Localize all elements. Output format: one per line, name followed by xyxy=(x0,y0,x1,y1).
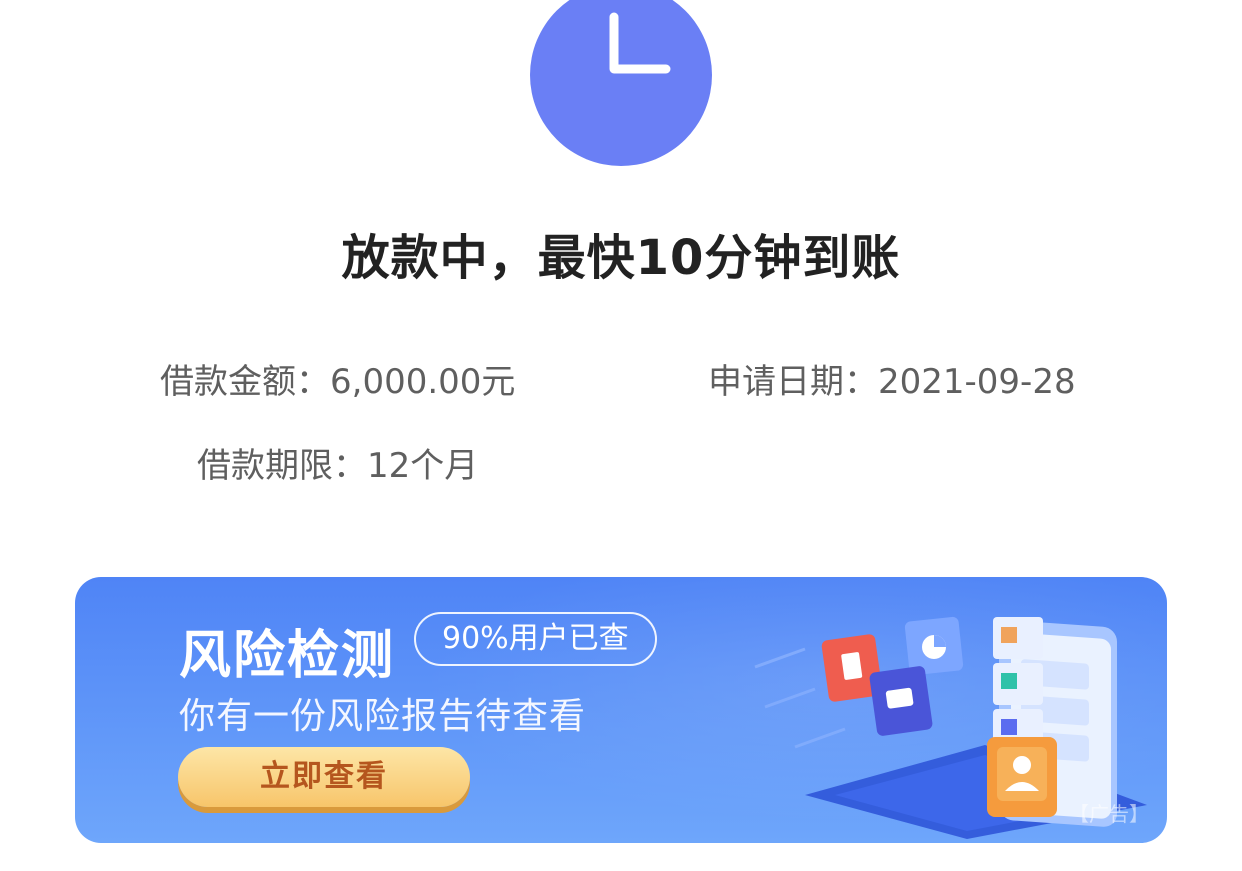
clock-icon xyxy=(530,0,712,166)
loan-term-value: 12个月 xyxy=(367,446,479,486)
status-title: 放款中，最快10分钟到账 xyxy=(341,230,901,286)
wallet-icon xyxy=(869,666,933,736)
application-date-label: 申请日期： xyxy=(708,362,878,402)
application-date-value: 2021-09-28 xyxy=(878,362,1076,402)
risk-check-banner[interactable]: 风险检测 90%用户已查 你有一份风险报告待查看 立即查看 【广告】 xyxy=(75,577,1167,843)
loan-amount: 借款金额：6,000.00元 xyxy=(160,354,515,403)
loan-amount-value: 6,000.00元 xyxy=(330,362,516,402)
view-now-button[interactable]: 立即查看 xyxy=(178,747,470,807)
loan-status-page: 放款中，最快10分钟到账 借款金额：6,000.00元 申请日期：2021-09… xyxy=(0,0,1242,871)
pie-chart-icon xyxy=(904,616,964,676)
user-profile-icon xyxy=(987,737,1057,817)
loan-term-label: 借款期限： xyxy=(197,446,367,486)
banner-subtitle: 你有一份风险报告待查看 xyxy=(179,696,587,737)
banner-heading: 风险检测 xyxy=(179,626,396,686)
application-date: 申请日期：2021-09-28 xyxy=(708,354,1076,403)
loan-term: 借款期限：12个月 xyxy=(197,438,478,487)
users-checked-badge: 90%用户已查 xyxy=(414,612,657,666)
loan-amount-label: 借款金额： xyxy=(160,362,330,402)
ad-tag: 【广告】 xyxy=(1069,802,1149,826)
